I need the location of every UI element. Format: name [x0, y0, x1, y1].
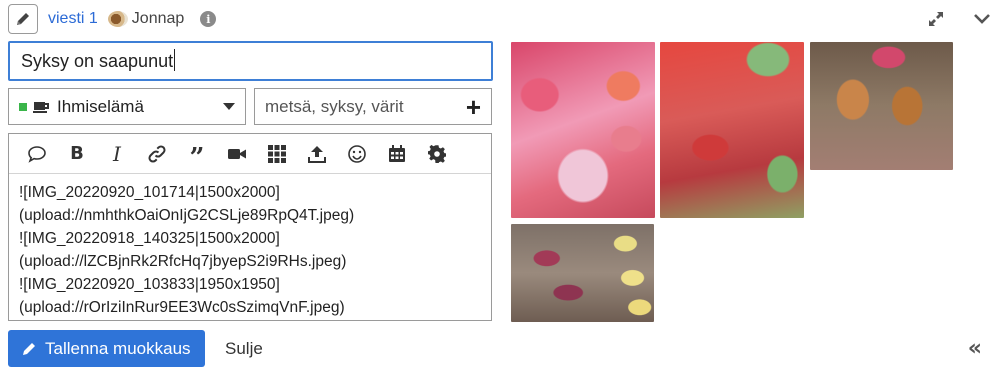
pencil-icon[interactable] — [8, 4, 38, 34]
preview-image-pink-leaves[interactable] — [511, 42, 655, 218]
collapse-preview-icon[interactable]: « — [968, 338, 982, 360]
post-link[interactable]: viesti 1 — [48, 10, 98, 28]
category-label: Ihmiselämä — [57, 96, 144, 116]
add-tag-icon[interactable]: + — [466, 94, 481, 120]
save-edit-label: Tallenna muokkaus — [45, 338, 191, 358]
bold-icon[interactable]: B — [57, 134, 97, 174]
video-icon[interactable] — [217, 134, 257, 174]
emoji-icon[interactable] — [337, 134, 377, 174]
link-icon[interactable] — [137, 134, 177, 174]
category-color-badge — [19, 102, 27, 111]
text-caret — [174, 49, 176, 71]
tags-input[interactable]: metsä, syksy, värit + — [254, 88, 492, 125]
calendar-icon[interactable] — [377, 134, 417, 174]
editor-line: ![IMG_20220920_101714|1500x2000] — [19, 184, 280, 201]
tags-placeholder: metsä, syksy, värit — [265, 96, 404, 116]
markdown-editor: B I ” ![IMG_20220920_101714|1500x2000] (u… — [8, 133, 492, 321]
editor-line: (upload://rOrIziInRur9EE3Wc0sSzimqVnF.jp… — [19, 299, 345, 316]
category-select[interactable]: Ihmiselämä — [8, 88, 246, 125]
preview-image-garden[interactable] — [511, 224, 654, 322]
italic-icon[interactable]: I — [97, 134, 137, 174]
upload-icon[interactable] — [297, 134, 337, 174]
gear-icon[interactable] — [417, 134, 457, 174]
quote-glyph: ” — [189, 142, 205, 173]
preview-image-dogs[interactable] — [810, 42, 953, 170]
title-input[interactable]: Syksy on saapunut — [8, 41, 493, 81]
avatar — [107, 11, 128, 27]
editor-toolbar: B I ” — [9, 134, 491, 174]
dropdown-caret-icon — [223, 103, 235, 110]
info-icon[interactable]: i — [200, 11, 217, 27]
username[interactable]: Jonnap — [132, 10, 185, 28]
coffee-icon — [33, 99, 51, 115]
preview-image-red-leaves[interactable] — [660, 42, 804, 218]
save-edit-button[interactable]: Tallenna muokkaus — [8, 330, 205, 367]
expand-icon[interactable] — [926, 9, 946, 29]
editor-line: ![IMG_20220920_103833|1950x1950] — [19, 276, 280, 293]
editor-line: (upload://nmhthkOaiOnIjG2CSLje89RpQ4T.jp… — [19, 207, 355, 224]
title-value: Syksy on saapunut — [21, 51, 174, 71]
pencil-icon — [23, 342, 35, 355]
speech-bubble-icon[interactable] — [17, 134, 57, 174]
editor-line: ![IMG_20220918_140325|1500x2000] — [19, 230, 280, 247]
editor-textarea[interactable]: ![IMG_20220920_101714|1500x2000] (upload:… — [9, 174, 491, 319]
composer-header: viesti 1 Jonnap i — [8, 4, 992, 34]
quote-icon[interactable]: ” — [177, 134, 217, 174]
grid-icon[interactable] — [257, 134, 297, 174]
close-button[interactable]: Sulje — [225, 339, 263, 359]
editor-line: (upload://lZCBjnRk2RfcHq7jbyepS2i9RHs.jp… — [19, 253, 347, 270]
chevron-down-icon[interactable] — [972, 9, 992, 29]
